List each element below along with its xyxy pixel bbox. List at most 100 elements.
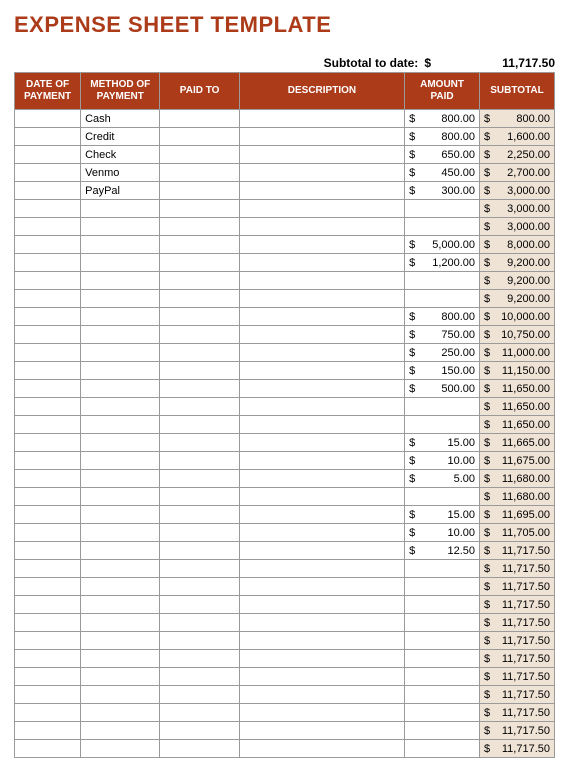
cell-paidto[interactable] (160, 416, 239, 434)
cell-amount[interactable] (405, 272, 480, 290)
cell-date[interactable] (15, 200, 81, 218)
cell-date[interactable] (15, 614, 81, 632)
cell-method[interactable] (81, 542, 160, 560)
cell-date[interactable] (15, 578, 81, 596)
cell-paidto[interactable] (160, 254, 239, 272)
cell-paidto[interactable] (160, 128, 239, 146)
cell-amount[interactable] (405, 668, 480, 686)
cell-paidto[interactable] (160, 290, 239, 308)
cell-paidto[interactable] (160, 524, 239, 542)
cell-method[interactable] (81, 398, 160, 416)
cell-amount[interactable]: $300.00 (405, 182, 480, 200)
cell-date[interactable] (15, 668, 81, 686)
cell-paidto[interactable] (160, 542, 239, 560)
cell-amount[interactable]: $800.00 (405, 308, 480, 326)
cell-date[interactable] (15, 128, 81, 146)
cell-method[interactable] (81, 632, 160, 650)
cell-desc[interactable] (239, 632, 404, 650)
cell-date[interactable] (15, 344, 81, 362)
cell-method[interactable] (81, 344, 160, 362)
cell-paidto[interactable] (160, 650, 239, 668)
cell-desc[interactable] (239, 128, 404, 146)
cell-method[interactable] (81, 704, 160, 722)
cell-amount[interactable]: $5,000.00 (405, 236, 480, 254)
cell-amount[interactable]: $500.00 (405, 380, 480, 398)
cell-date[interactable] (15, 524, 81, 542)
cell-desc[interactable] (239, 722, 404, 740)
cell-amount[interactable]: $750.00 (405, 326, 480, 344)
cell-desc[interactable] (239, 290, 404, 308)
cell-method[interactable]: Cash (81, 110, 160, 128)
cell-paidto[interactable] (160, 398, 239, 416)
cell-paidto[interactable] (160, 344, 239, 362)
cell-desc[interactable] (239, 110, 404, 128)
cell-paidto[interactable] (160, 110, 239, 128)
cell-desc[interactable] (239, 380, 404, 398)
cell-paidto[interactable] (160, 272, 239, 290)
cell-method[interactable] (81, 614, 160, 632)
cell-desc[interactable] (239, 596, 404, 614)
cell-amount[interactable] (405, 218, 480, 236)
cell-desc[interactable] (239, 308, 404, 326)
cell-method[interactable] (81, 434, 160, 452)
cell-method[interactable] (81, 254, 160, 272)
cell-date[interactable] (15, 488, 81, 506)
cell-method[interactable] (81, 686, 160, 704)
cell-paidto[interactable] (160, 164, 239, 182)
cell-paidto[interactable] (160, 614, 239, 632)
cell-desc[interactable] (239, 254, 404, 272)
cell-desc[interactable] (239, 164, 404, 182)
cell-amount[interactable] (405, 650, 480, 668)
cell-paidto[interactable] (160, 236, 239, 254)
cell-desc[interactable] (239, 506, 404, 524)
cell-amount[interactable]: $12.50 (405, 542, 480, 560)
cell-paidto[interactable] (160, 722, 239, 740)
cell-date[interactable] (15, 326, 81, 344)
cell-amount[interactable] (405, 686, 480, 704)
cell-desc[interactable] (239, 470, 404, 488)
cell-amount[interactable]: $800.00 (405, 110, 480, 128)
cell-method[interactable] (81, 452, 160, 470)
cell-desc[interactable] (239, 686, 404, 704)
cell-date[interactable] (15, 650, 81, 668)
cell-paidto[interactable] (160, 632, 239, 650)
cell-method[interactable]: Venmo (81, 164, 160, 182)
cell-desc[interactable] (239, 326, 404, 344)
cell-desc[interactable] (239, 218, 404, 236)
cell-date[interactable] (15, 596, 81, 614)
cell-amount[interactable]: $650.00 (405, 146, 480, 164)
cell-method[interactable] (81, 272, 160, 290)
cell-desc[interactable] (239, 542, 404, 560)
cell-amount[interactable]: $10.00 (405, 524, 480, 542)
cell-date[interactable] (15, 560, 81, 578)
cell-method[interactable] (81, 236, 160, 254)
cell-date[interactable] (15, 722, 81, 740)
cell-desc[interactable] (239, 704, 404, 722)
cell-amount[interactable]: $15.00 (405, 434, 480, 452)
cell-paidto[interactable] (160, 452, 239, 470)
cell-date[interactable] (15, 434, 81, 452)
cell-method[interactable] (81, 308, 160, 326)
cell-paidto[interactable] (160, 596, 239, 614)
cell-amount[interactable]: $800.00 (405, 128, 480, 146)
cell-method[interactable] (81, 578, 160, 596)
cell-date[interactable] (15, 506, 81, 524)
cell-desc[interactable] (239, 524, 404, 542)
cell-paidto[interactable] (160, 362, 239, 380)
cell-method[interactable] (81, 596, 160, 614)
cell-paidto[interactable] (160, 668, 239, 686)
cell-amount[interactable] (405, 596, 480, 614)
cell-amount[interactable]: $10.00 (405, 452, 480, 470)
cell-paidto[interactable] (160, 560, 239, 578)
cell-method[interactable] (81, 326, 160, 344)
cell-amount[interactable] (405, 632, 480, 650)
cell-date[interactable] (15, 398, 81, 416)
cell-desc[interactable] (239, 578, 404, 596)
cell-amount[interactable] (405, 398, 480, 416)
cell-date[interactable] (15, 110, 81, 128)
cell-method[interactable] (81, 488, 160, 506)
cell-desc[interactable] (239, 182, 404, 200)
cell-desc[interactable] (239, 740, 404, 758)
cell-desc[interactable] (239, 452, 404, 470)
cell-desc[interactable] (239, 272, 404, 290)
